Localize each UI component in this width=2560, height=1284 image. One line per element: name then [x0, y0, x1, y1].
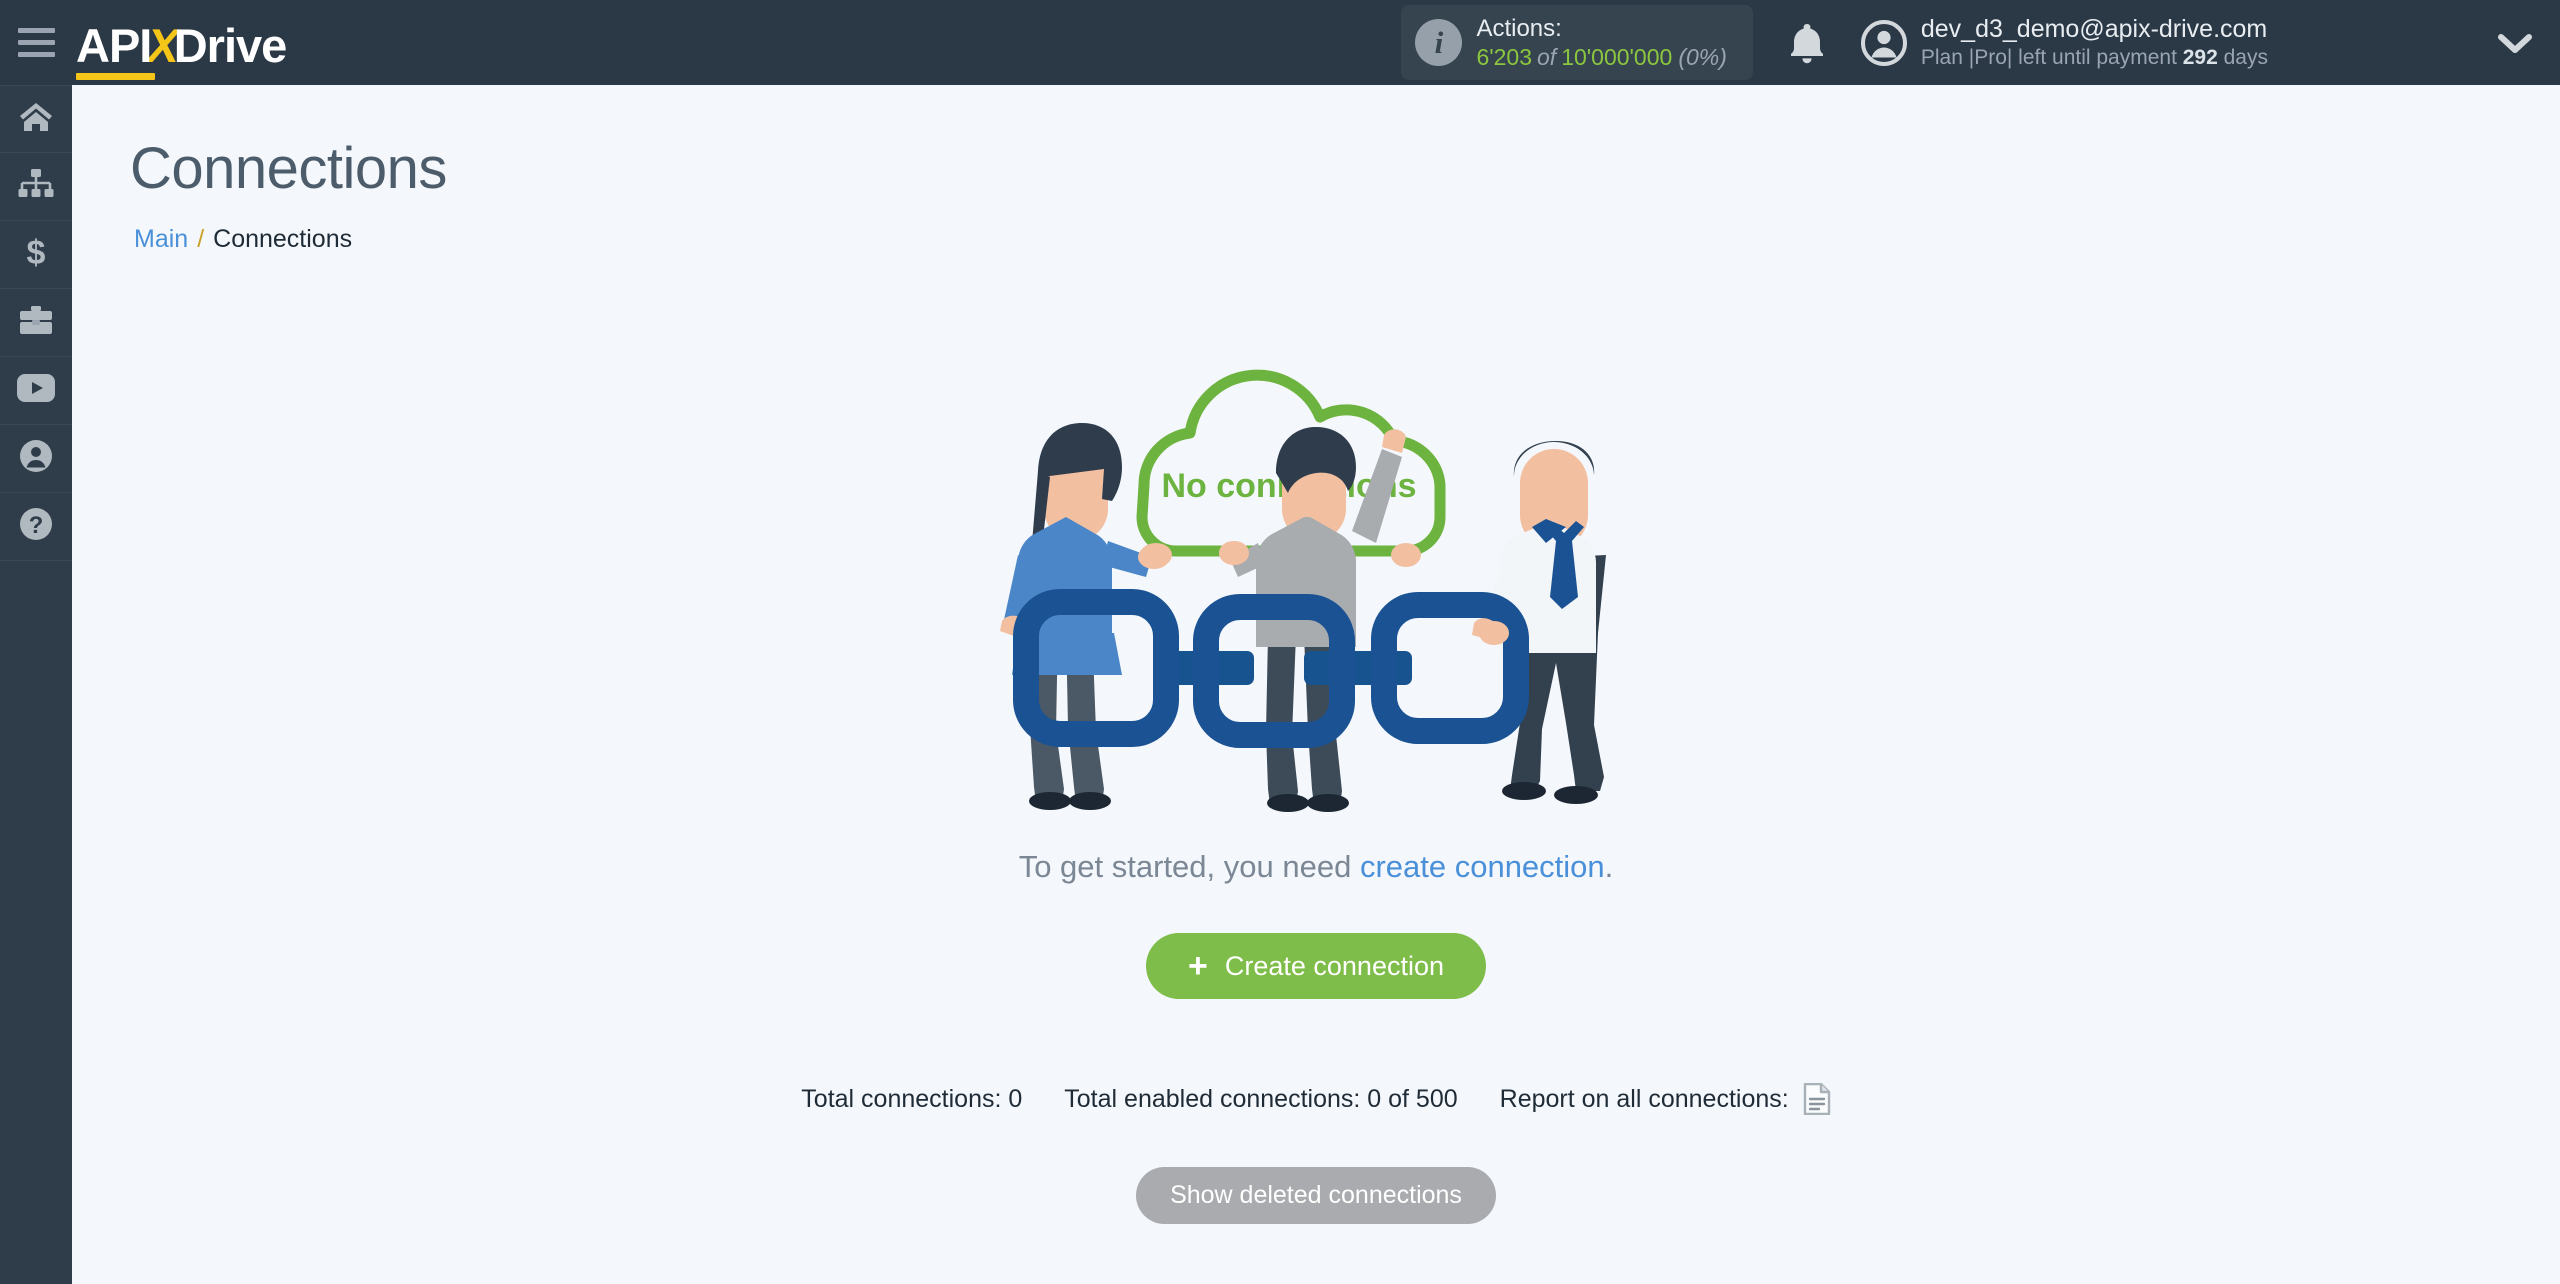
breadcrumb-separator: / — [197, 225, 205, 253]
empty-state-illustration: No connections — [1000, 369, 1606, 812]
connection-stats-row: Total connections: 0 Total enabled conne… — [801, 1083, 1830, 1115]
chevron-down-icon[interactable] — [2498, 31, 2532, 55]
logo-text-drive: Drive — [173, 18, 288, 72]
create-connection-button[interactable]: + Create connection — [1146, 933, 1486, 999]
empty-state-block: No connections — [72, 325, 2560, 1224]
sidebar-item-billing[interactable]: $ — [0, 221, 72, 289]
svg-text:$: $ — [27, 235, 46, 269]
sidebar-item-video[interactable] — [0, 357, 72, 425]
plus-icon: + — [1188, 947, 1208, 985]
hamburger-bar — [18, 40, 55, 45]
breadcrumb-link-main[interactable]: Main — [134, 225, 188, 253]
left-sidebar-nav: $ ? — [0, 85, 72, 1284]
actions-percent: (0%) — [1678, 44, 1727, 71]
hamburger-bar — [18, 28, 55, 33]
document-report-icon[interactable] — [1803, 1083, 1831, 1115]
create-connection-button-label: Create connection — [1224, 950, 1444, 981]
sitemap-icon — [18, 168, 54, 205]
sidebar-item-help[interactable]: ? — [0, 493, 72, 561]
report-label: Report on all connections: — [1499, 1084, 1789, 1113]
hamburger-menu-icon[interactable] — [18, 27, 58, 59]
user-plan-info: Plan |Pro| left until payment 292 days — [1921, 45, 2268, 71]
header-right-cluster: i Actions: 6'203 of 10'000'000 (0%) dev_… — [1401, 0, 2560, 85]
actions-quota-text: Actions: 6'203 of 10'000'000 (0%) — [1476, 14, 1726, 71]
show-deleted-connections-button[interactable]: Show deleted connections — [1136, 1167, 1496, 1224]
briefcase-icon — [19, 305, 53, 340]
lead-prefix: To get started, you need — [1018, 849, 1360, 884]
user-account-menu[interactable]: dev_d3_demo@apix-drive.com Plan |Pro| le… — [1860, 14, 2268, 72]
sidebar-item-account[interactable] — [0, 425, 72, 493]
breadcrumb: Main / Connections — [134, 225, 352, 254]
user-plan-days: 292 — [2182, 46, 2218, 69]
bell-icon[interactable] — [1787, 21, 1827, 65]
sidebar-item-home[interactable] — [0, 85, 72, 153]
user-plan-prefix: Plan |Pro| left until payment — [1920, 46, 2183, 69]
user-email: dev_d3_demo@apix-drive.com — [1920, 14, 2268, 43]
svg-text:?: ? — [29, 512, 44, 539]
stat-total-enabled-connections: Total enabled connections: 0 of 500 — [1064, 1084, 1458, 1113]
home-icon — [19, 101, 53, 138]
empty-state-lead-text: To get started, you need create connecti… — [1019, 849, 1614, 885]
stat-report-on-all-connections: Report on all connections: — [1500, 1083, 1831, 1115]
youtube-icon — [17, 374, 55, 407]
apixdrive-logo[interactable]: API X Drive — [76, 18, 287, 80]
user-circle-icon — [19, 439, 53, 478]
lead-suffix: . — [1604, 849, 1614, 884]
actions-total: 10'000'000 — [1561, 44, 1673, 71]
breadcrumb-current: Connections — [213, 225, 353, 253]
main-content-area: Connections Main / Connections No connecti… — [72, 85, 2560, 1284]
user-plan-suffix: days — [2217, 46, 2268, 69]
sidebar-item-partners[interactable] — [0, 289, 72, 357]
page-title: Connections — [130, 136, 447, 201]
user-avatar-icon — [1860, 19, 1907, 66]
actions-of: of — [1537, 44, 1557, 71]
user-info-text: dev_d3_demo@apix-drive.com Plan |Pro| le… — [1921, 14, 2268, 72]
question-circle-icon: ? — [19, 507, 53, 546]
sidebar-item-connections[interactable] — [0, 153, 72, 221]
logo-text-api: API — [76, 18, 156, 80]
info-icon: i — [1415, 19, 1463, 66]
hamburger-bar — [18, 52, 55, 57]
actions-label: Actions: — [1476, 14, 1562, 42]
actions-used: 6'203 — [1476, 44, 1532, 71]
actions-counter: 6'203 of 10'000'000 (0%) — [1476, 43, 1726, 71]
create-connection-link[interactable]: create connection — [1360, 849, 1605, 884]
top-header-bar: API X Drive i Actions: 6'203 of 10'000'000 (0… — [0, 0, 2560, 85]
dollar-icon: $ — [24, 234, 48, 274]
actions-quota-badge[interactable]: i Actions: 6'203 of 10'000'000 (0%) — [1401, 4, 1753, 81]
stat-total-connections: Total connections: 0 — [801, 1084, 1023, 1113]
